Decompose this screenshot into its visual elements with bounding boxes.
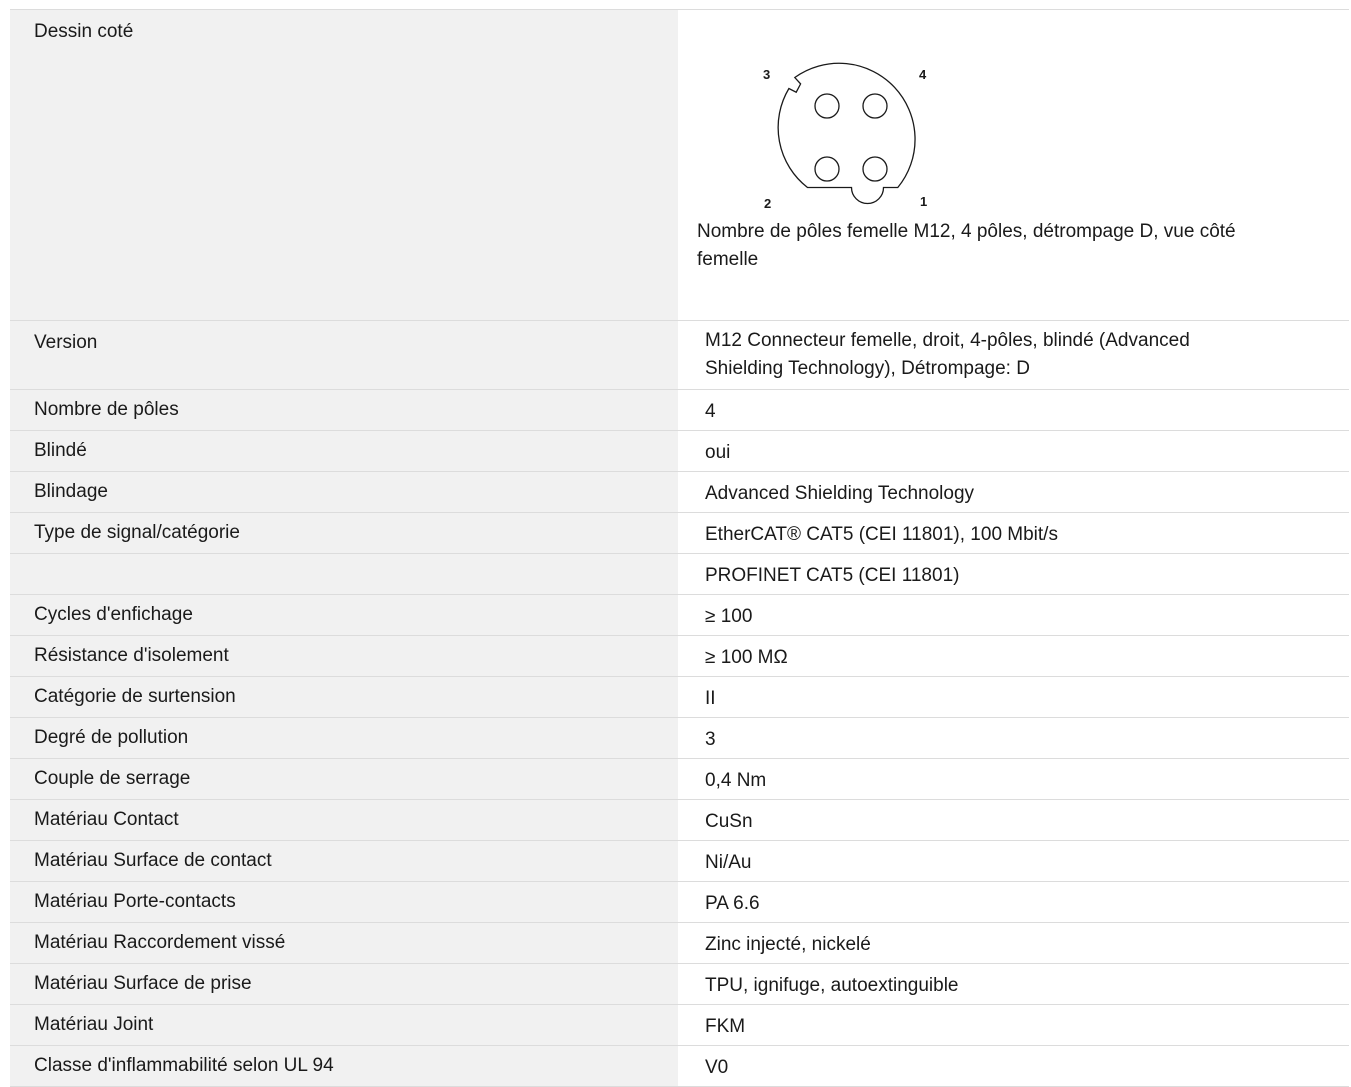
spec-value: 0,4 Nm — [678, 759, 1349, 799]
spec-label: Matériau Joint — [10, 1005, 678, 1045]
spec-label: Couple de serrage — [10, 759, 678, 799]
spec-label: Matériau Surface de contact — [10, 841, 678, 881]
pin-label-2: 2 — [764, 196, 771, 211]
spec-row: Matériau Contact CuSn — [10, 800, 1349, 841]
spec-row: Matériau Surface de contact Ni/Au — [10, 841, 1349, 882]
spec-row: Matériau Joint FKM — [10, 1005, 1349, 1046]
spec-label: Version — [10, 321, 678, 389]
spec-value: CuSn — [678, 800, 1349, 840]
spec-row: Classe d'inflammabilité selon UL 94 V0 — [10, 1046, 1349, 1087]
spec-label: Blindage — [10, 472, 678, 512]
spec-label: Matériau Raccordement vissé — [10, 923, 678, 963]
spec-row-version: Version M12 Connecteur femelle, droit, 4… — [10, 321, 1349, 390]
pin-1-contact — [862, 156, 888, 182]
spec-label: Nombre de pôles — [10, 390, 678, 430]
spec-value: ≥ 100 — [678, 595, 1349, 635]
spec-row: PROFINET CAT5 (CEI 11801) — [10, 554, 1349, 595]
pin-label-4: 4 — [919, 67, 927, 82]
spec-label: Type de signal/catégorie — [10, 513, 678, 553]
spec-row: Matériau Raccordement vissé Zinc injecté,… — [10, 923, 1349, 964]
pin-4-contact — [862, 93, 888, 119]
spec-value: PA 6.6 — [678, 882, 1349, 922]
pin-label-1: 1 — [920, 194, 927, 209]
spec-value: 4 — [678, 390, 1349, 430]
pin-label-3: 3 — [763, 67, 770, 82]
spec-row-drawing: Dessin coté 3 4 2 1 Nombre de pôles feme… — [10, 10, 1349, 321]
pin-3-contact — [814, 93, 840, 119]
spec-label: Cycles d'enfichage — [10, 595, 678, 635]
spec-value: oui — [678, 431, 1349, 471]
spec-label: Blindé — [10, 431, 678, 471]
spec-value: EtherCAT® CAT5 (CEI 11801), 100 Mbit/s — [678, 513, 1349, 553]
spec-row: Cycles d'enfichage ≥ 100 — [10, 595, 1349, 636]
spec-value: Advanced Shielding Technology — [678, 472, 1349, 512]
pin-2-contact — [814, 156, 840, 182]
spec-label: Matériau Surface de prise — [10, 964, 678, 1004]
spec-label: Dessin coté — [10, 10, 678, 320]
spec-row: Matériau Porte-contacts PA 6.6 — [10, 882, 1349, 923]
spec-label: Matériau Porte-contacts — [10, 882, 678, 922]
spec-label: Matériau Contact — [10, 800, 678, 840]
spec-value: II — [678, 677, 1349, 717]
spec-row: Degré de pollution 3 — [10, 718, 1349, 759]
spec-table: Dessin coté 3 4 2 1 Nombre de pôles feme… — [10, 9, 1349, 1087]
spec-value: Zinc injecté, nickelé — [678, 923, 1349, 963]
connector-outline — [777, 62, 916, 205]
spec-value: FKM — [678, 1005, 1349, 1045]
spec-row: Blindé oui — [10, 431, 1349, 472]
connector-pinout-drawing: 3 4 2 1 — [763, 62, 927, 211]
spec-value: ≥ 100 MΩ — [678, 636, 1349, 676]
spec-label: Degré de pollution — [10, 718, 678, 758]
spec-value: Ni/Au — [678, 841, 1349, 881]
spec-value: 3 4 2 1 Nombre de pôles femelle M12, 4 p… — [678, 10, 1349, 320]
spec-label: Classe d'inflammabilité selon UL 94 — [10, 1046, 678, 1086]
spec-row: Résistance d'isolement ≥ 100 MΩ — [10, 636, 1349, 677]
spec-value: 3 — [678, 718, 1349, 758]
spec-row: Matériau Surface de prise TPU, ignifuge, … — [10, 964, 1349, 1005]
spec-row: Couple de serrage 0,4 Nm — [10, 759, 1349, 800]
spec-value: PROFINET CAT5 (CEI 11801) — [678, 554, 1349, 594]
spec-value: V0 — [678, 1046, 1349, 1086]
spec-row: Blindage Advanced Shielding Technology — [10, 472, 1349, 513]
spec-label — [10, 554, 678, 594]
spec-row: Nombre de pôles 4 — [10, 390, 1349, 431]
spec-row: Type de signal/catégorie EtherCAT® CAT5 (… — [10, 513, 1349, 554]
spec-value: M12 Connecteur femelle, droit, 4-pôles, … — [678, 321, 1349, 389]
spec-rows: Nombre de pôles 4 Blindé oui Blindage Advan… — [10, 390, 1349, 1087]
spec-value: TPU, ignifuge, autoextinguible — [678, 964, 1349, 1004]
drawing-caption: Nombre de pôles femelle M12, 4 pôles, dé… — [697, 221, 1236, 270]
spec-label: Catégorie de surtension — [10, 677, 678, 717]
spec-label: Résistance d'isolement — [10, 636, 678, 676]
spec-row: Catégorie de surtension II — [10, 677, 1349, 718]
